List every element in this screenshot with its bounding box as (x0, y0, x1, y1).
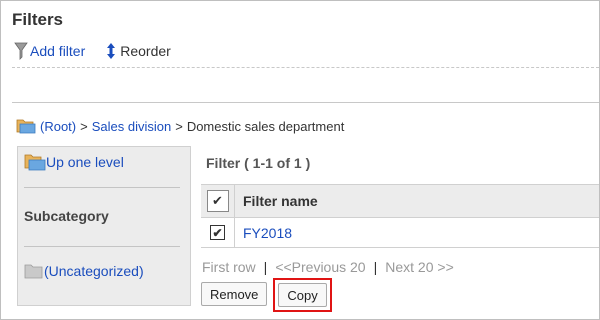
pager-previous: <<Previous 20 (275, 259, 366, 275)
section-divider (12, 102, 599, 103)
row-checkbox[interactable]: ✔ (210, 225, 225, 240)
breadcrumb-current: Domestic sales department (186, 118, 345, 134)
funnel-icon (12, 41, 30, 61)
toolbar-divider (12, 67, 599, 68)
up-one-level-link[interactable]: Up one level (24, 153, 124, 171)
column-header-label: Filter name (243, 193, 318, 209)
table-row: ✔ FY2018 (201, 218, 599, 248)
copy-button[interactable]: Copy (278, 283, 327, 307)
up-down-arrow-icon (102, 41, 120, 61)
checkmark-icon: ✔ (212, 193, 223, 208)
pagination: First row | <<Previous 20 | Next 20 >> (202, 259, 454, 275)
uncategorized-link[interactable]: (Uncategorized) (24, 263, 144, 279)
uncategorized-label[interactable]: (Uncategorized) (44, 263, 144, 279)
sidebar-divider (24, 187, 180, 188)
add-filter-action[interactable]: Add filter (12, 41, 85, 61)
remove-button[interactable]: Remove (201, 282, 268, 306)
up-one-level-label[interactable]: Up one level (46, 154, 124, 170)
filters-page: Filters Add filter Reorder (Root) > Sale… (0, 0, 600, 320)
reorder-link[interactable]: Reorder (120, 43, 171, 59)
select-all-checkbox[interactable]: ✔ (206, 190, 229, 212)
list-count-header: Filter ( 1-1 of 1 ) (206, 155, 311, 171)
breadcrumb: (Root) > Sales division > Domestic sales… (16, 118, 344, 134)
folder-gray-icon (24, 263, 44, 279)
add-filter-link[interactable]: Add filter (30, 43, 85, 59)
page-title: Filters (12, 10, 64, 29)
pager-separator: | (263, 259, 268, 275)
toolbar: Add filter Reorder (12, 41, 188, 61)
pager-first: First row (202, 259, 256, 275)
subcategory-heading: Subcategory (24, 208, 109, 224)
checkmark-icon: ✔ (212, 225, 223, 240)
pager-separator: | (373, 259, 378, 275)
breadcrumb-division[interactable]: Sales division (92, 119, 172, 134)
action-buttons: Remove Copy (201, 278, 332, 312)
filter-name-cell: FY2018 (235, 225, 292, 241)
folder-up-icon (24, 153, 46, 171)
sidebar-divider (24, 246, 180, 247)
filter-table: ✔ Filter name ✔ FY2018 (201, 184, 599, 248)
select-all-cell: ✔ (201, 185, 235, 217)
copy-highlight: Copy (273, 278, 332, 312)
reorder-action[interactable]: Reorder (102, 41, 171, 61)
table-header: ✔ Filter name (201, 184, 599, 218)
breadcrumb-root[interactable]: (Root) (40, 119, 76, 134)
folder-icon (16, 118, 36, 134)
pager-next: Next 20 >> (385, 259, 454, 275)
breadcrumb-separator: > (175, 118, 183, 134)
category-sidebar: Up one level Subcategory (Uncategorized) (17, 146, 191, 306)
filter-name-link[interactable]: FY2018 (243, 225, 292, 241)
breadcrumb-separator: > (80, 118, 88, 134)
row-select-cell: ✔ (201, 218, 235, 247)
column-header-filter-name: Filter name (235, 193, 318, 209)
